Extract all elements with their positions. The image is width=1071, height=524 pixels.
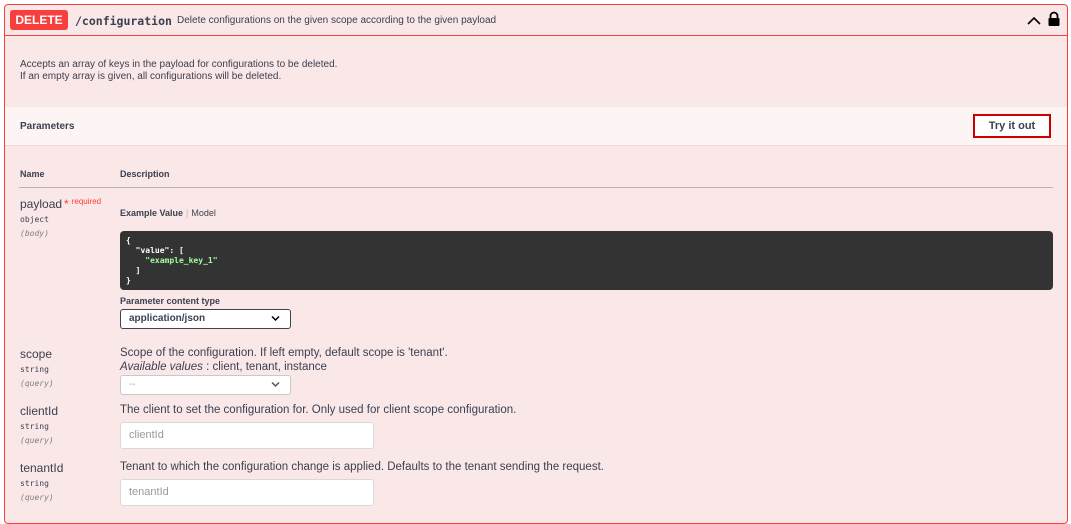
clientid-input[interactable]: clientId [120, 422, 374, 449]
operation-summary: Delete configurations on the given scope… [177, 15, 497, 26]
column-header-name: Name [20, 169, 45, 179]
tab-model[interactable]: Model [191, 208, 216, 218]
example-model-tabs: Example Value | Model [120, 208, 216, 218]
required-label: required [71, 197, 102, 206]
param-in-payload: (body) [20, 229, 49, 238]
parameters-header: Parameters Try it out [5, 107, 1067, 146]
header-divider [19, 187, 1053, 188]
operation-description: Accepts an array of keys in the payload … [20, 59, 337, 83]
opblock-delete-configuration: DELETE /configuration Delete configurati… [4, 4, 1068, 524]
parameters-title: Parameters [20, 121, 75, 132]
method-badge: DELETE [10, 10, 68, 30]
code-open-brace: { [126, 236, 131, 245]
description-line-2: If an empty array is given, all configur… [20, 71, 282, 82]
available-values-list: : client, tenant, instance [202, 361, 327, 373]
code-close-brace: } [126, 276, 131, 285]
code-key-suffix: : [ [169, 246, 184, 255]
tab-example-value[interactable]: Example Value [120, 208, 183, 218]
param-description-clientid: The client to set the configuration for.… [120, 404, 517, 416]
tenantid-input[interactable]: tenantId [120, 479, 374, 506]
code-string: "example_key_1" [145, 256, 218, 265]
try-it-out-button[interactable]: Try it out [973, 114, 1051, 138]
code-key: "value" [135, 246, 170, 255]
param-name-scope: scope [20, 347, 53, 361]
param-type-clientid: string [20, 422, 49, 431]
param-in-tenantid: (query) [20, 493, 54, 502]
operation-path: /configuration [75, 14, 172, 28]
content-type-label: Parameter content type [120, 296, 221, 306]
param-in-scope: (query) [20, 379, 54, 388]
lock-icon[interactable] [1047, 11, 1061, 27]
example-value-code: { "value": [ "example_key_1" ] } [120, 231, 1053, 290]
content-type-select[interactable]: application/json [120, 309, 291, 329]
available-values: Available values : client, tenant, insta… [120, 361, 327, 373]
param-description-tenantid: Tenant to which the configuration change… [120, 461, 604, 473]
param-name-tenantid: tenantId [20, 461, 64, 475]
opblock-summary[interactable]: DELETE /configuration Delete configurati… [5, 5, 1067, 36]
scope-select[interactable]: -- [120, 375, 291, 395]
scope-select-value: -- [129, 379, 136, 390]
tab-separator: | [186, 208, 189, 218]
code-close-array: ] [135, 266, 141, 275]
param-name-clientid: clientId [20, 404, 59, 418]
param-type-scope: string [20, 365, 49, 374]
content-type-value: application/json [129, 313, 206, 324]
chevron-down-icon [271, 315, 280, 322]
param-in-clientid: (query) [20, 436, 54, 445]
column-header-description: Description [120, 169, 170, 179]
param-name-payload: payload * required [20, 197, 101, 211]
chevron-up-icon[interactable] [1026, 13, 1042, 29]
required-star: * [64, 197, 69, 211]
param-type-payload: object [20, 215, 49, 224]
param-name-payload-text: payload [20, 197, 63, 211]
param-type-tenantid: string [20, 479, 49, 488]
available-values-label: Available values [120, 361, 203, 373]
description-line-1: Accepts an array of keys in the payload … [20, 59, 338, 70]
param-description-scope: Scope of the configuration. If left empt… [120, 347, 448, 359]
chevron-down-icon [271, 381, 280, 388]
